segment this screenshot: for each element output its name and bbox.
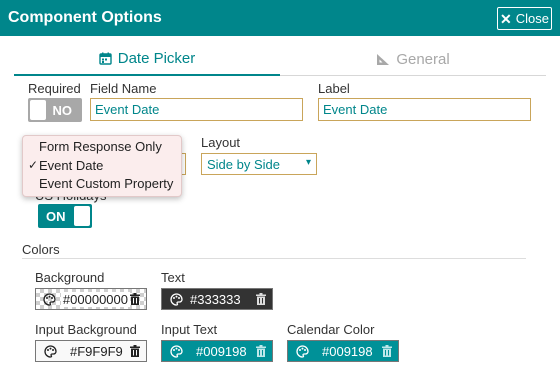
source-dropdown-menu: Form Response Only ✓ Event Date Event Cu… — [22, 135, 182, 197]
input-background-color-swatch[interactable]: #F9F9F9 — [35, 340, 147, 362]
color-label: Background — [35, 270, 105, 285]
section-divider — [22, 258, 526, 259]
option-label: Form Response Only — [39, 139, 162, 154]
tab-bar: Date Picker General — [14, 42, 546, 76]
layout-label: Layout — [201, 135, 241, 150]
color-label: Input Text — [161, 322, 218, 337]
field-name-input[interactable] — [90, 98, 303, 121]
trash-icon[interactable] — [130, 345, 140, 357]
dialog-title: Component Options — [8, 9, 162, 26]
dropdown-option-selected[interactable]: ✓ Event Date — [23, 158, 181, 177]
holidays-toggle[interactable]: ON — [38, 204, 92, 228]
color-label: Input Background — [35, 322, 137, 337]
input-text-color-swatch[interactable]: #009198 — [161, 340, 273, 362]
color-value: #333333 — [190, 291, 241, 307]
layout-value: Side by Side — [207, 157, 280, 172]
chevron-down-icon: ▾ — [305, 157, 311, 168]
calendar-icon — [99, 52, 112, 65]
option-label: Event Date — [39, 157, 104, 173]
dropdown-option[interactable]: Event Custom Property — [23, 176, 181, 195]
label-input[interactable] — [318, 98, 531, 121]
close-icon: ✕ — [500, 10, 512, 27]
color-value: #009198 — [322, 343, 373, 359]
toggle-text: ON — [46, 209, 66, 224]
palette-icon — [292, 344, 312, 358]
toggle-knob — [74, 206, 90, 226]
calendar-color-swatch[interactable]: #009198 — [287, 340, 399, 362]
layout-select[interactable]: Side by Side ▾ — [201, 153, 317, 175]
toggle-knob — [30, 100, 46, 120]
trash-icon[interactable] — [130, 293, 140, 305]
color-value: #F9F9F9 — [70, 343, 123, 359]
background-color-swatch[interactable]: #00000000 — [35, 288, 147, 310]
color-value: #009198 — [196, 343, 247, 359]
color-label: Calendar Color — [287, 322, 375, 337]
dialog-header: Component Options ✕ Close — [0, 0, 560, 36]
close-button[interactable]: ✕ Close — [497, 7, 552, 30]
trash-icon[interactable] — [382, 345, 392, 357]
trash-icon[interactable] — [256, 293, 266, 305]
color-label: Text — [161, 270, 185, 285]
required-label: Required — [28, 81, 81, 96]
palette-icon — [166, 292, 186, 306]
tab-date-picker[interactable]: Date Picker — [14, 42, 280, 76]
trash-icon[interactable] — [256, 345, 266, 357]
checkmark-icon: ✓ — [28, 157, 39, 172]
close-label: Close — [515, 11, 549, 26]
tab-general[interactable]: General — [280, 42, 546, 76]
required-toggle[interactable]: NO — [28, 98, 82, 122]
color-value: #00000000 — [60, 291, 130, 307]
text-color-swatch[interactable]: #333333 — [161, 288, 273, 310]
dropdown-option[interactable]: Form Response Only — [23, 139, 181, 158]
ruler-triangle-icon — [377, 53, 390, 65]
field-name-label: Field Name — [90, 81, 157, 96]
palette-icon — [40, 344, 60, 358]
palette-icon — [166, 344, 186, 358]
label-label: Label — [318, 81, 350, 96]
palette-icon — [40, 292, 59, 306]
option-label: Event Custom Property — [39, 176, 174, 191]
tab-label: General — [396, 50, 450, 68]
tab-label: Date Picker — [117, 49, 196, 67]
colors-section-title: Colors — [22, 242, 60, 257]
toggle-text: NO — [52, 103, 73, 118]
